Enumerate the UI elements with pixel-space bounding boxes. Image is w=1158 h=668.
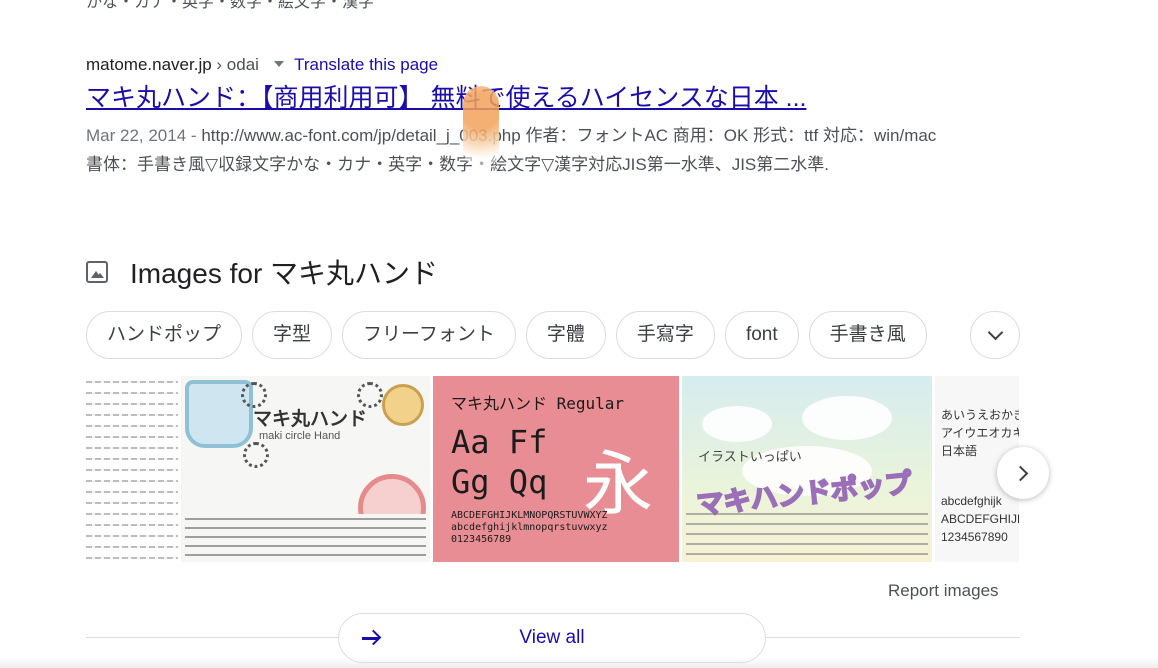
images-section-title: Images for マキ丸ハンド	[130, 258, 439, 289]
sample-glyphs-line: Gg Qq	[451, 463, 548, 501]
sample-glyphs: Aa Ff Gg Qq	[451, 422, 547, 502]
thumbnail-title: マキ丸ハンド	[253, 409, 368, 430]
cloud-shape	[702, 406, 772, 442]
result-domain: matome.naver.jp	[86, 55, 212, 74]
carousel-next-button[interactable]	[997, 447, 1049, 499]
image-thumbnail[interactable]	[86, 376, 178, 562]
result-cite: matome.naver.jp › odai Translate this pa…	[86, 53, 946, 77]
chip-hand-pop[interactable]: ハンドポップ	[86, 311, 243, 359]
result-title-link[interactable]: マキ丸ハンド：【商用利用可】 無料で使えるハイセンスな日本 ...	[86, 81, 946, 115]
dropdown-triangle-icon[interactable]	[273, 61, 284, 68]
result-breadcrumb: › odai	[216, 55, 259, 74]
more-chips-button[interactable]	[970, 311, 1020, 359]
previous-snippet-cut: かな・カナ・英字・数字・絵文字・漢字	[86, 0, 375, 11]
view-all-label: View all	[519, 627, 585, 648]
sample-alphabet: ABCDEFGHIJKLMNOPQRSTUVWXYZ abcdefghijklm…	[451, 510, 608, 546]
report-images-link[interactable]: Report images	[888, 581, 999, 601]
result-date: Mar 22, 2014	[86, 126, 187, 145]
bear-illustration	[382, 384, 424, 426]
sample-line: 日本語	[941, 444, 978, 458]
sample-line: ABCDEFGHIJK	[941, 512, 1019, 526]
digits: 0123456789	[451, 534, 512, 545]
cloud-shape	[802, 396, 892, 440]
image-filter-chips: ハンドポップ 字型 フリーフォント 字體 手寫字 font 手書き風	[86, 311, 937, 359]
thumbnail-label: イラストいっぱい	[698, 449, 802, 464]
alphabet-lower: abcdefghijklmnopqrstuvwxyz	[451, 522, 608, 533]
flower-icon	[243, 442, 269, 468]
search-result: matome.naver.jp › odai Translate this pa…	[86, 53, 946, 179]
alphabet-upper: ABCDEFGHIJKLMNOPQRSTUVWXYZ	[451, 510, 608, 521]
sample-line: あいうえおかき	[941, 408, 1019, 422]
image-icon	[86, 261, 108, 283]
translate-link[interactable]: Translate this page	[294, 55, 438, 74]
sample-line: アイウエオカキ	[941, 426, 1019, 440]
result-snippet: Mar 22, 2014 - http://www.ac-font.com/jp…	[86, 126, 937, 174]
result-snippet-text: http://www.ac-font.com/jp/detail_j_003.p…	[86, 126, 937, 174]
chevron-right-icon	[1012, 465, 1029, 481]
image-thumbnail[interactable]: マキ丸ハンド maki circle Hand	[181, 376, 430, 562]
sample-text-lines	[185, 514, 426, 558]
cursor-overlay	[463, 86, 499, 168]
sample-line: abcdefghijk	[941, 494, 1002, 508]
bottom-shadow	[0, 658, 1158, 668]
chip-font-type[interactable]: 字型	[252, 311, 333, 359]
chip-handwriting[interactable]: 手寫字	[615, 311, 715, 359]
thumbnail-subtitle: maki circle Hand	[259, 430, 341, 442]
images-section-header: Images for マキ丸ハンド	[86, 252, 438, 292]
sample-glyphs-line: Aa Ff	[451, 423, 548, 461]
image-thumbnail[interactable]: イラストいっぱい マキハンドポップ	[682, 376, 932, 562]
sample-text-lines	[686, 508, 928, 558]
chip-font-body[interactable]: 字體	[525, 311, 606, 359]
sample-line: 1234567890	[941, 530, 1008, 544]
chevron-down-icon	[987, 324, 1003, 340]
image-carousel: マキ丸ハンド maki circle Hand マキ丸ハンド Regular A…	[86, 376, 1022, 562]
thumbnail-header: マキ丸ハンド Regular	[451, 394, 625, 413]
view-all-button[interactable]: View all	[338, 613, 766, 663]
chip-free-font[interactable]: フリーフォント	[342, 311, 516, 359]
chip-font[interactable]: font	[724, 311, 799, 359]
chip-handwritten-style[interactable]: 手書き風	[808, 311, 927, 359]
image-thumbnail[interactable]: マキ丸ハンド Regular Aa Ff Gg Qq 永 ABCDEFGHIJK…	[433, 376, 679, 562]
